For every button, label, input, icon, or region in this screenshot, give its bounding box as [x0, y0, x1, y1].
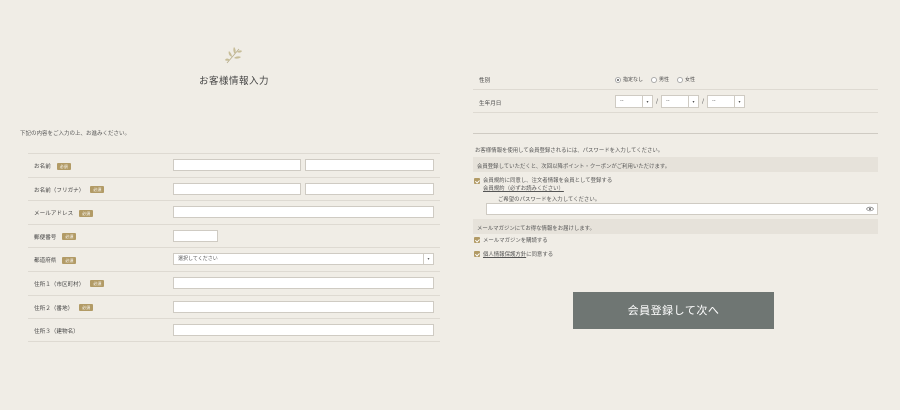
customer-form: お名前 必須 お名前（フリガナ） 必須 メールアドレス 必須 郵便番号 必須 都… — [28, 153, 440, 342]
field-label: 都道府県 — [34, 258, 57, 265]
required-badge: 必須 — [62, 256, 77, 264]
last-name-input[interactable] — [173, 159, 301, 171]
page-title: お客様情報入力 — [198, 76, 269, 87]
register-next-button[interactable]: 会員登録して次へ — [573, 292, 774, 329]
form-row-furigana: お名前（フリガナ） 必須 — [28, 176, 440, 201]
field-label: メールアドレス — [34, 211, 74, 218]
required-badge: 必須 — [79, 209, 94, 217]
required-badge: 必須 — [56, 162, 71, 170]
field-label: 住所２（番地） — [34, 305, 74, 312]
birth-year-select[interactable]: -- ▾ — [615, 95, 653, 108]
birthday-selects: -- ▾ / -- ▾ / -- ▾ — [615, 95, 745, 108]
form-row-address3: 住所３（建物名） — [28, 318, 440, 342]
mailmag-label: メールマガジンを購読する — [483, 238, 548, 244]
gender-radio-group: 指定なし 男性 女性 — [615, 76, 695, 83]
date-separator: / — [655, 98, 659, 105]
radio-icon[interactable] — [677, 76, 684, 83]
form-row-address2: 住所２（番地） 必須 — [28, 294, 440, 319]
privacy-suffix: に同意する — [526, 252, 554, 258]
member-benefit-band: 会員登録していただくと、次回以降ポイント・クーポンがご利用いただけます。 — [473, 157, 878, 172]
address3-input[interactable] — [173, 324, 434, 337]
form-row-postal: 郵便番号 必須 — [28, 223, 440, 248]
birth-month-select[interactable]: -- ▾ — [661, 95, 699, 108]
select-arrow-icon: ▾ — [688, 96, 698, 107]
first-name-input[interactable] — [305, 159, 434, 171]
privacy-policy-link[interactable]: 個人情報保護方針 — [483, 252, 526, 258]
field-label: お名前（フリガナ） — [34, 187, 85, 194]
terms-link[interactable]: 会員規約（必ずお読みください） — [483, 184, 564, 192]
address2-input[interactable] — [173, 300, 434, 313]
gender-label: 性別 — [479, 78, 491, 84]
password-prompt: ご希望のパスワードを入力してください。 — [498, 197, 601, 203]
prefecture-select[interactable]: 選択してください ▾ — [173, 253, 434, 266]
required-badge: 必須 — [90, 280, 105, 288]
privacy-label: 個人情報保護方針に同意する — [483, 250, 553, 258]
agree-terms-checkbox[interactable] — [474, 178, 480, 184]
gender-option-female[interactable]: 女性 — [677, 76, 695, 83]
member-notice: お客様情報を使用して会員登録されるには、パスワードを入力してください。 — [475, 148, 664, 154]
form-row-prefecture: 都道府県 必須 選択してください ▾ — [28, 247, 440, 271]
eye-icon[interactable] — [866, 206, 874, 212]
required-badge: 必須 — [62, 233, 77, 241]
first-name-kana-input[interactable] — [305, 182, 434, 195]
agree-terms-label: 会員規約に同意し、注文者情報を会員として登録する — [483, 178, 613, 184]
last-name-kana-input[interactable] — [173, 182, 301, 195]
prefecture-select-value: 選択してください — [178, 256, 218, 263]
postal-code-input[interactable] — [173, 229, 218, 242]
select-arrow-icon: ▾ — [734, 96, 744, 107]
privacy-checkbox[interactable] — [474, 251, 480, 257]
form-row-email: メールアドレス 必須 — [28, 200, 440, 224]
email-input[interactable] — [173, 206, 434, 219]
select-arrow-icon: ▾ — [423, 254, 433, 265]
form-row-address1: 住所１（市区町村） 必須 — [28, 270, 440, 295]
select-arrow-icon: ▾ — [642, 96, 652, 107]
field-label: 郵便番号 — [34, 234, 57, 241]
form-row-name: お名前 必須 — [28, 153, 440, 177]
intro-text: 下記の内容をご入力の上、お進みください。 — [20, 131, 131, 137]
mailmag-band: メールマガジンにてお得な情報をお届けします。 — [473, 219, 878, 234]
address1-input[interactable] — [173, 276, 434, 289]
radio-icon[interactable] — [651, 76, 658, 83]
radio-selected-icon[interactable] — [615, 76, 621, 83]
birthday-row: 生年月日 -- ▾ / -- ▾ / -- ▾ — [473, 91, 878, 113]
required-badge: 必須 — [79, 304, 94, 312]
password-input[interactable] — [486, 203, 878, 215]
leaf-icon — [225, 47, 242, 64]
birthday-label: 生年月日 — [479, 101, 502, 107]
field-label: お名前 — [34, 164, 51, 170]
birth-day-select[interactable]: -- ▾ — [707, 95, 745, 108]
mailmag-checkbox[interactable] — [474, 237, 480, 243]
gender-row: 性別 指定なし 男性 女性 — [473, 68, 878, 90]
required-badge: 必須 — [90, 186, 105, 194]
gender-option-male[interactable]: 男性 — [651, 76, 669, 83]
field-label: 住所３（建物名） — [34, 329, 79, 336]
date-separator: / — [701, 98, 705, 105]
field-label: 住所１（市区町村） — [34, 281, 85, 288]
section-divider — [473, 133, 878, 134]
gender-option-none[interactable]: 指定なし — [615, 76, 643, 83]
